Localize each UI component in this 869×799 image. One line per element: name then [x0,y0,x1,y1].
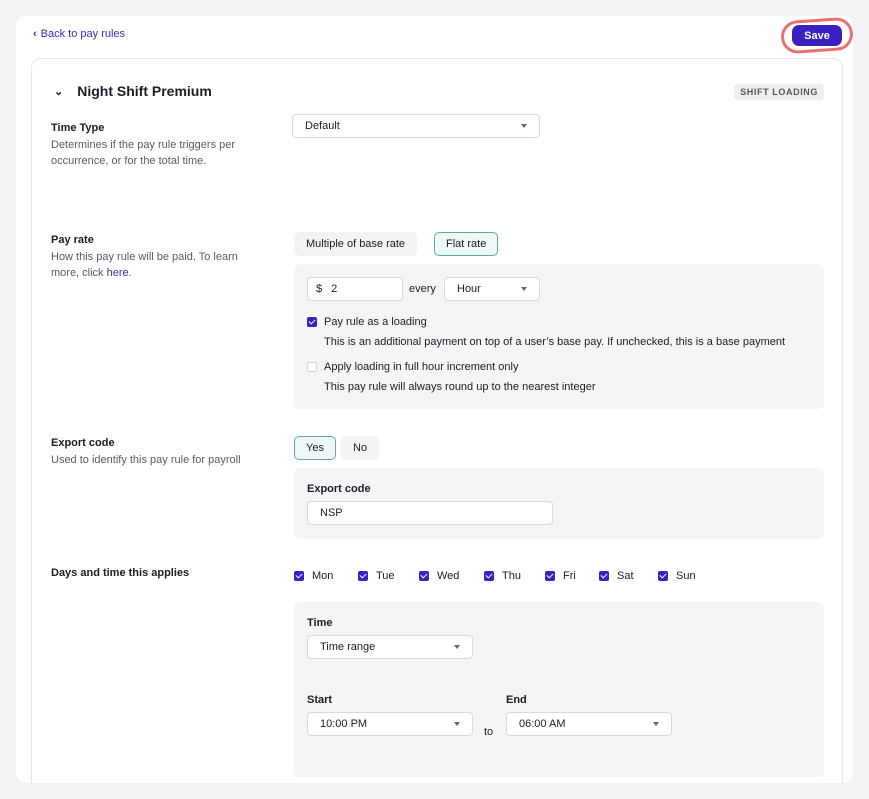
every-label: every [409,283,436,295]
pay-rule-card: ⌄ Night Shift Premium SHIFT LOADING Time… [31,58,843,783]
time-type-value: Default [305,120,340,132]
increment-help-text: This pay rule will always round up to th… [324,381,596,393]
day-mon[interactable]: Mon [294,570,333,582]
chevron-down-icon[interactable]: ⌄ [54,85,63,98]
period-select[interactable]: Hour [444,277,540,301]
pay-rate-description: How this pay rule will be paid. To learn… [51,251,238,279]
save-button[interactable]: Save [792,25,842,46]
day-tue[interactable]: Tue [358,570,395,582]
currency-symbol: $ [316,283,323,295]
day-checkbox[interactable] [545,571,555,581]
multiple-of-base-rate-button[interactable]: Multiple of base rate [294,232,418,256]
day-checkbox[interactable] [358,571,368,581]
start-time-value: 10:00 PM [320,718,368,730]
time-mode-select[interactable]: Time range [307,635,473,659]
back-to-pay-rules-link[interactable]: ‹ Back to pay rules [33,28,125,40]
caret-down-icon [454,645,460,649]
pay-rate-label: Pay rate [51,234,94,246]
day-sun[interactable]: Sun [658,570,696,582]
learn-more-link[interactable]: here [107,267,129,279]
period-value: Hour [457,283,481,295]
to-label: to [484,726,494,738]
end-time-select[interactable]: 06:00 AM [506,712,672,736]
day-sat[interactable]: Sat [599,570,634,582]
day-checkbox[interactable] [599,571,609,581]
flat-rate-button[interactable]: Flat rate [434,232,499,256]
caret-down-icon [653,722,659,726]
rule-title: Night Shift Premium [77,83,212,99]
caret-down-icon [521,287,527,291]
chevron-left-icon: ‹ [33,28,37,40]
start-label: Start [307,694,333,706]
day-thu[interactable]: Thu [484,570,521,582]
start-time-select[interactable]: 10:00 PM [307,712,473,736]
day-checkbox[interactable] [484,571,494,581]
days-label: Days and time this applies [51,567,190,579]
export-code-input[interactable]: NSP [307,501,553,525]
back-link-label: Back to pay rules [40,28,126,40]
export-yes-button[interactable]: Yes [294,436,336,460]
loading-help-text: This is an additional payment on top of … [324,336,786,348]
amount-input[interactable]: $ 2 [307,277,403,301]
export-code-value: NSP [320,507,343,519]
export-code-field-label: Export code [307,483,371,495]
day-fri[interactable]: Fri [545,570,576,582]
increment-checkbox-label: Apply loading in full hour increment onl… [324,361,519,373]
loading-checkbox[interactable] [307,317,317,327]
end-label: End [506,694,527,706]
increment-checkbox-row[interactable]: Apply loading in full hour increment onl… [307,361,518,373]
loading-checkbox-row[interactable]: Pay rule as a loading [307,316,427,328]
time-mode-value: Time range [320,641,376,653]
time-type-description: Determines if the pay rule triggers per … [51,139,236,167]
day-wed[interactable]: Wed [419,570,459,582]
time-label: Time [307,617,333,629]
export-code-label: Export code [51,437,115,449]
end-time-value: 06:00 AM [519,718,566,730]
app-frame: ‹ Back to pay rules Save ⌄ Night Shift P… [16,16,853,783]
increment-checkbox[interactable] [307,362,317,372]
loading-checkbox-label: Pay rule as a loading [324,316,427,328]
time-type-select[interactable]: Default [292,114,540,138]
caret-down-icon [454,722,460,726]
rule-type-badge: SHIFT LOADING [734,84,824,100]
day-checkbox[interactable] [658,571,668,581]
time-type-label: Time Type [51,122,105,134]
export-code-description: Used to identify this pay rule for payro… [51,454,241,466]
caret-down-icon [521,124,527,128]
export-code-panel: Export code NSP [294,468,824,539]
time-panel: Time Time range Start 10:00 PM to End 06… [294,602,824,777]
day-checkbox[interactable] [294,571,304,581]
day-checkbox[interactable] [419,571,429,581]
rule-header: ⌄ Night Shift Premium [54,83,212,99]
export-no-button[interactable]: No [341,436,380,460]
amount-value: 2 [331,283,338,295]
pay-rate-panel: $ 2 every Hour Pay rule as a loading Thi… [294,264,824,409]
